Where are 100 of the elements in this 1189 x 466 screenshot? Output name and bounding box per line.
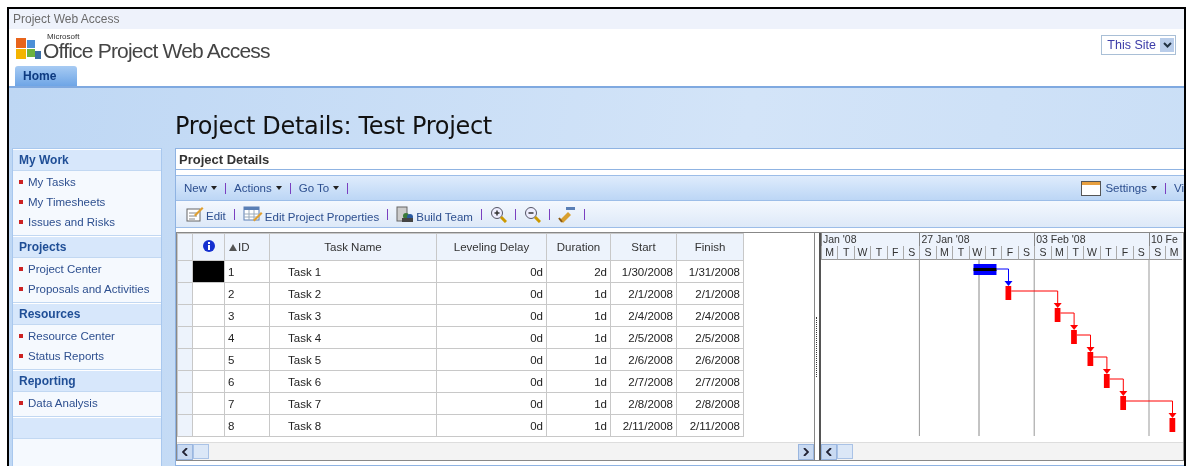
row-header[interactable] bbox=[177, 414, 193, 437]
team-button[interactable]: Build Team bbox=[396, 205, 473, 223]
table-cell: Task 3 bbox=[269, 304, 437, 327]
zoom-in-icon bbox=[489, 205, 507, 223]
column-header[interactable]: ID bbox=[224, 233, 270, 261]
row-header[interactable] bbox=[177, 282, 193, 305]
dependency-arrow bbox=[1059, 312, 1079, 330]
dependency-arrow bbox=[996, 268, 1013, 286]
table-cell: Task 4 bbox=[269, 326, 437, 349]
timescale-day: F bbox=[1116, 246, 1133, 260]
dependency-arrow bbox=[1109, 378, 1128, 396]
sidebar-section-title: My Work bbox=[13, 149, 161, 171]
dependency-arrow bbox=[1125, 400, 1177, 418]
timescale-week: 03 Feb '08 bbox=[1034, 233, 1149, 246]
edit-button[interactable]: Edit bbox=[186, 206, 226, 222]
bullet-icon bbox=[19, 220, 23, 224]
team-icon bbox=[396, 205, 415, 223]
timescale-week: 27 Jan '08 bbox=[919, 233, 1035, 246]
zoom-in-button[interactable] bbox=[489, 205, 507, 223]
horizontal-scrollbar[interactable] bbox=[821, 442, 1183, 460]
arrow-right-icon bbox=[803, 447, 809, 456]
row-header[interactable] bbox=[177, 304, 193, 327]
column-header[interactable]: Task Name bbox=[269, 233, 437, 261]
bullet-icon bbox=[19, 354, 23, 358]
bullet-icon bbox=[19, 287, 23, 291]
caret-icon bbox=[275, 186, 282, 190]
logo-caption: Microsoft bbox=[47, 32, 81, 41]
timescale-day: W bbox=[1083, 246, 1100, 260]
sidebar-link[interactable]: Project Center bbox=[28, 262, 102, 276]
scroll-thumb[interactable] bbox=[837, 444, 853, 459]
menu-button[interactable]: Vi bbox=[1173, 182, 1184, 194]
nav-tab[interactable]: Home bbox=[15, 66, 77, 86]
horizontal-scrollbar[interactable] bbox=[177, 442, 814, 460]
row-header[interactable] bbox=[177, 392, 193, 415]
properties-button[interactable]: Edit Project Properties bbox=[242, 205, 380, 223]
settings-button[interactable]: Settings bbox=[1081, 180, 1157, 196]
brush-icon bbox=[557, 205, 576, 223]
bullet-icon bbox=[19, 267, 23, 271]
sidebar-link[interactable]: Issues and Risks bbox=[28, 215, 115, 229]
timescale-day: F bbox=[1001, 246, 1018, 260]
scroll-thumb[interactable] bbox=[193, 444, 209, 459]
timescale-day: T bbox=[870, 246, 887, 260]
sidebar-section-title: Resources bbox=[13, 303, 161, 325]
splitter-handle[interactable] bbox=[814, 233, 821, 460]
edit-icon bbox=[186, 206, 204, 222]
sort-icon bbox=[229, 244, 237, 251]
bullet-icon bbox=[19, 334, 23, 338]
sidebar-section-title: Reporting bbox=[13, 370, 161, 392]
table-cell: Task 1 bbox=[269, 260, 437, 283]
scope-dropdown[interactable]: This Site bbox=[1101, 35, 1176, 55]
timescale-day: T bbox=[837, 246, 854, 260]
table-cell: Task 5 bbox=[269, 348, 437, 371]
dependency-arrow bbox=[1010, 290, 1062, 308]
row-header[interactable] bbox=[177, 348, 193, 371]
arrow-left-icon bbox=[826, 447, 832, 456]
caret-icon bbox=[1150, 186, 1157, 190]
window-title: Project Web Access bbox=[9, 9, 1184, 29]
timescale-day: M bbox=[821, 246, 838, 260]
dependency-arrow bbox=[1076, 334, 1095, 352]
timescale-week: 10 Fe bbox=[1149, 233, 1182, 246]
sidebar-section-title: Projects bbox=[13, 236, 161, 258]
sidebar-link[interactable]: My Timesheets bbox=[28, 195, 106, 209]
menu-button[interactable]: New bbox=[184, 182, 217, 194]
row-header[interactable] bbox=[177, 370, 193, 393]
zoom-out-button[interactable] bbox=[523, 205, 541, 223]
table-cell: Task 7 bbox=[269, 392, 437, 415]
sidebar-link[interactable]: Proposals and Activities bbox=[28, 282, 150, 296]
column-header[interactable]: Duration bbox=[546, 233, 611, 261]
menu-button[interactable]: Go To bbox=[298, 182, 340, 194]
sidebar-link[interactable]: My Tasks bbox=[28, 175, 76, 189]
table-edit-icon bbox=[242, 205, 263, 223]
task-bar[interactable] bbox=[973, 264, 997, 275]
timescale-day: M bbox=[1165, 246, 1182, 260]
sidebar-link[interactable]: Resource Center bbox=[28, 329, 115, 343]
menu-button[interactable]: Actions bbox=[234, 182, 282, 194]
arrow-left-icon bbox=[182, 447, 188, 456]
sidebar-link[interactable]: Status Reports bbox=[28, 349, 105, 363]
chevron-down-icon bbox=[1162, 42, 1172, 48]
row-header[interactable] bbox=[177, 326, 193, 349]
row-header[interactable] bbox=[177, 260, 193, 283]
timescale-day: T bbox=[952, 246, 969, 260]
filter-button[interactable] bbox=[557, 205, 576, 223]
column-header[interactable]: Leveling Delay bbox=[436, 233, 547, 261]
dependency-arrow bbox=[1092, 356, 1111, 374]
timescale-day: S bbox=[1034, 246, 1051, 260]
zoom-out-icon bbox=[523, 205, 541, 223]
row-header-corner bbox=[177, 233, 193, 261]
page-title: Project Details: Test Project bbox=[175, 112, 492, 140]
column-header[interactable]: Start bbox=[610, 233, 677, 261]
caret-icon bbox=[211, 186, 217, 190]
timescale-day: S bbox=[919, 246, 936, 260]
logo-icon bbox=[15, 37, 41, 61]
column-header[interactable]: Finish bbox=[676, 233, 744, 261]
bullet-icon bbox=[19, 180, 23, 184]
info-icon bbox=[202, 240, 215, 252]
timescale-week: Jan '08 bbox=[821, 233, 920, 246]
caret-icon bbox=[333, 186, 340, 190]
info-column-header[interactable] bbox=[192, 233, 225, 261]
product-name: Office Project Web Access bbox=[43, 41, 270, 61]
sidebar-link[interactable]: Data Analysis bbox=[28, 396, 98, 410]
